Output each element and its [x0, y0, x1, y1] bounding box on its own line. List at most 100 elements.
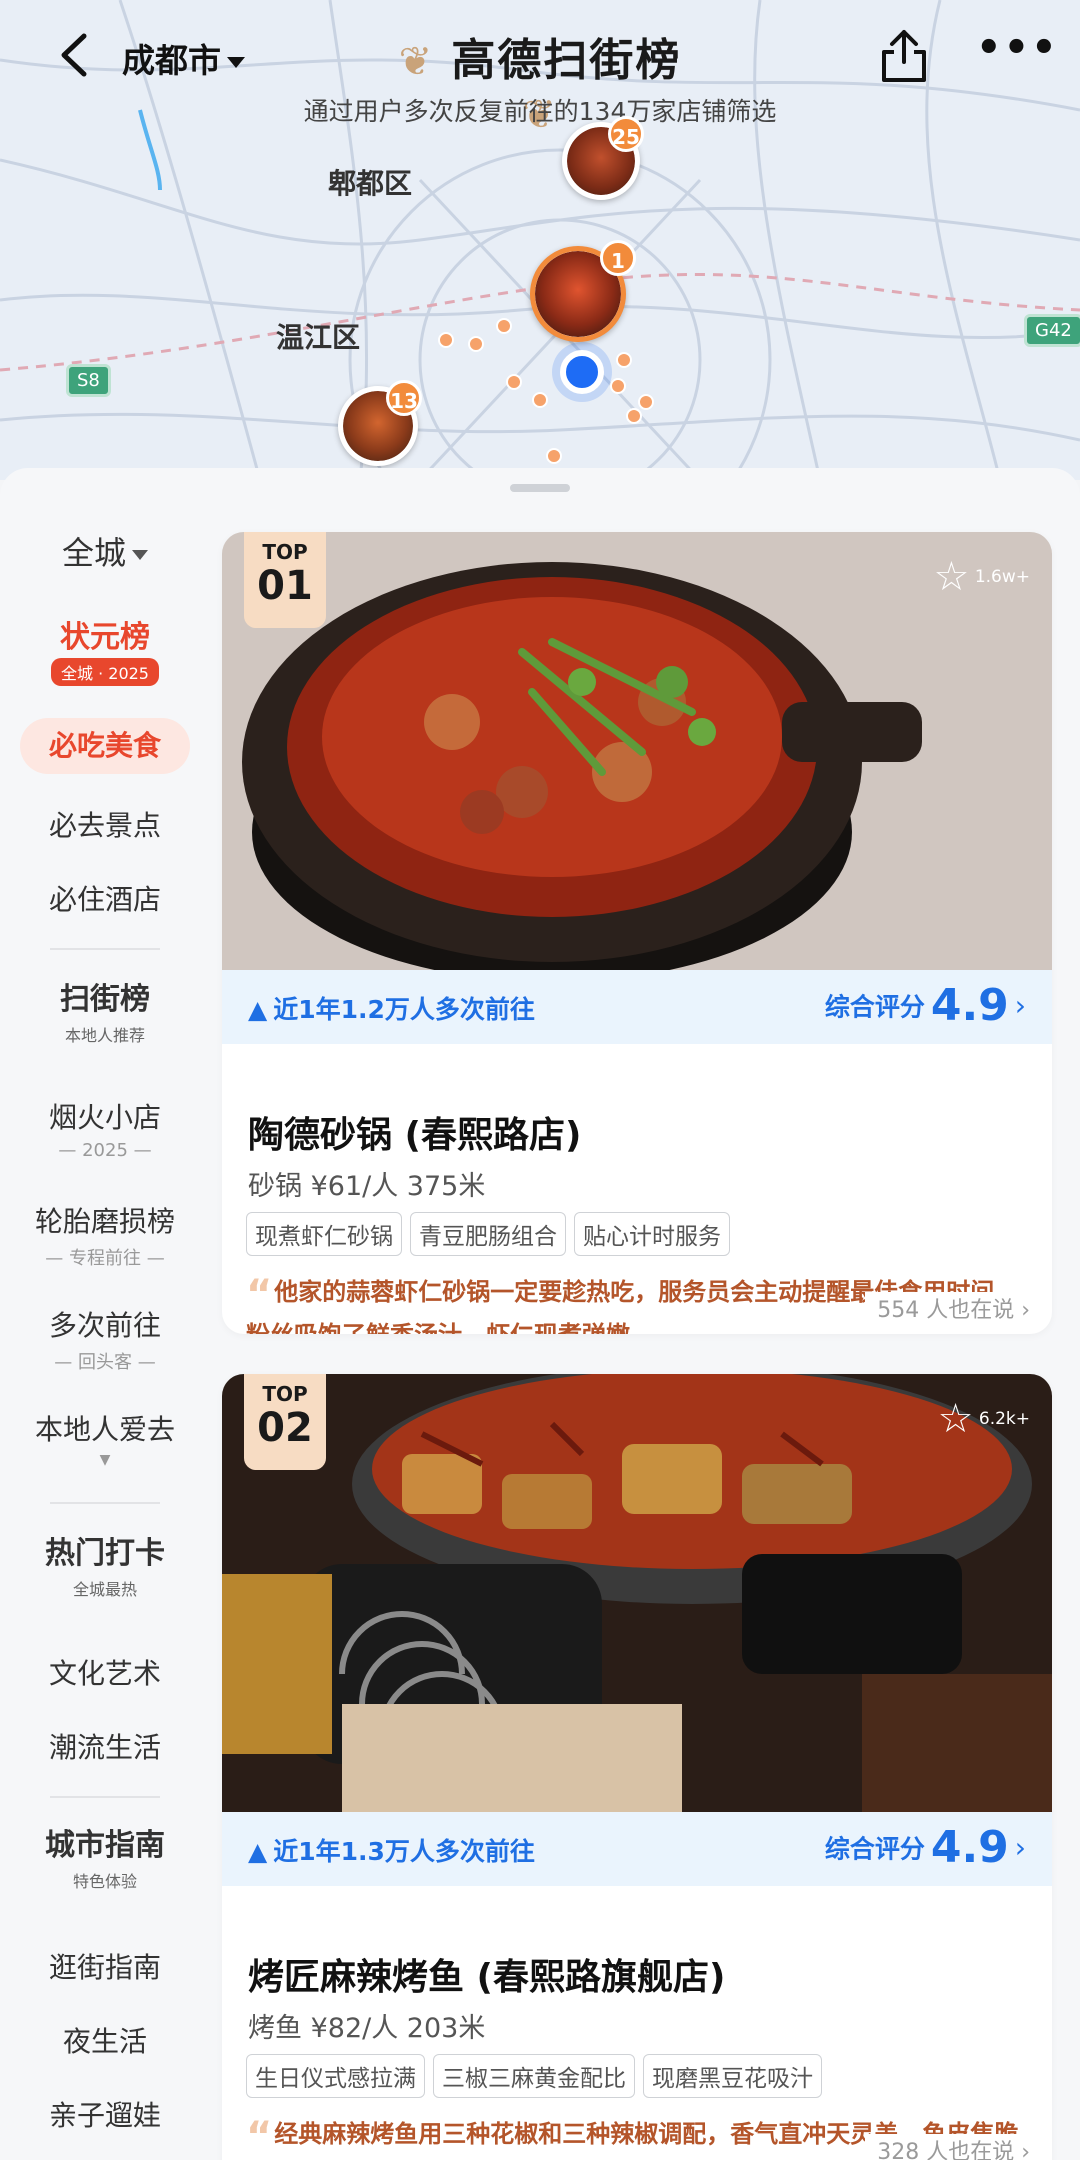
sidebar-item[interactable]: 本地人爱去 ▼ — [0, 1408, 210, 1468]
sidebar-item-sub: — 专程前往 — — [45, 1248, 165, 1269]
expand-icon: ▼ — [99, 1452, 111, 1468]
section-title[interactable]: 热门打卡 全城最热 — [0, 1528, 210, 1602]
tag[interactable]: 三椒三麻黄金配比 — [433, 2054, 635, 2098]
section-title[interactable]: 扫街榜 本地人推荐 — [0, 974, 210, 1048]
map-dot[interactable] — [532, 392, 548, 408]
map-dot[interactable] — [616, 352, 632, 368]
favorite-button[interactable]: ☆ 6.2k+ — [938, 1396, 1030, 1442]
map-area[interactable]: 成都市 ❦ 高德扫街榜 ❦ ••• 通过用户多次反复前往的134万家店铺筛选 郫… — [0, 0, 1080, 480]
section-badge: 特色体验 — [72, 1872, 137, 1891]
tag[interactable]: 青豆肥肠组合 — [410, 1212, 566, 1256]
quote-icon: “ — [246, 1272, 273, 1318]
section-badge: 全城最热 — [72, 1580, 137, 1599]
district-label: 郫都区 — [328, 167, 413, 200]
sidebar-item-label: 本地人爱去 — [34, 1413, 175, 1446]
divider — [50, 1502, 160, 1504]
section-badge: 全城 · 2025 — [51, 658, 159, 686]
map-dot[interactable] — [438, 332, 454, 348]
sidebar-item-sub: — 2025 — — [58, 1140, 152, 1161]
favorite-button[interactable]: ☆ 1.6w+ — [934, 554, 1030, 600]
tag[interactable]: 贴心计时服务 — [574, 1212, 730, 1256]
chevron-right-icon: › — [1014, 1831, 1026, 1864]
caret-down-icon — [132, 550, 148, 560]
tag-list: 生日仪式感拉满 三椒三麻黄金配比 现磨黑豆花吸汁 — [246, 2054, 830, 2098]
discussion-count[interactable]: 328 人也在说 › — [865, 2134, 1030, 2160]
sidebar-item[interactable]: 夜生活 — [0, 2020, 210, 2060]
map-dot[interactable] — [496, 318, 512, 334]
visits-label: 近1年1.2万人多次前往 — [273, 995, 535, 1024]
sidebar-item[interactable]: 必住酒店 — [0, 878, 210, 918]
star-icon: ☆ — [937, 1396, 974, 1442]
sidebar-item-label: 多次前往 — [48, 1309, 161, 1342]
map-dot[interactable] — [626, 408, 642, 424]
my-location-marker — [560, 350, 604, 394]
city-label: 成都市 — [122, 41, 221, 80]
map-dot[interactable] — [506, 374, 522, 390]
tag[interactable]: 现煮虾仁砂锅 — [246, 1212, 402, 1256]
sidebar-item-label: 烟火小店 — [48, 1101, 161, 1134]
sidebar-item[interactable]: 文化艺术 — [0, 1652, 210, 1692]
visit-score-strip[interactable]: ▲ 近1年1.2万人多次前往 综合评分 4.9 › — [222, 970, 1052, 1044]
restaurant-name[interactable]: 烤匠麻辣烤鱼 (春熙路旗舰店) — [248, 1948, 725, 2000]
sidebar-item[interactable]: 轮胎磨损榜 — 专程前往 — — [0, 1200, 210, 1270]
restaurant-card[interactable]: TOP 01 ☆ 1.6w+ ▲ 近1年1.2万人多次前往 综合评分 4.9 › 陶德… — [222, 532, 1052, 1334]
favorite-count: 1.6w+ — [974, 567, 1030, 587]
divider — [50, 948, 160, 950]
score-label: 综合评分 — [824, 992, 925, 1022]
food-photo[interactable]: TOP 02 ☆ 6.2k+ — [222, 1374, 1052, 1812]
map-dot[interactable] — [638, 394, 654, 410]
visits-info: ▲ 近1年1.2万人多次前往 — [248, 990, 535, 1026]
star-icon: ☆ — [933, 554, 970, 600]
caret-down-icon — [227, 57, 245, 68]
favorite-count: 6.2k+ — [978, 1409, 1030, 1429]
pin-rank-badge: 13 — [386, 380, 422, 416]
sidebar-item[interactable]: 烟火小店 — 2025 — — [0, 1096, 210, 1161]
rank-top-label: TOP — [262, 1382, 308, 1406]
more-icon[interactable]: ••• — [976, 28, 1059, 68]
rank-number: 01 — [257, 563, 313, 609]
divider — [50, 1796, 160, 1798]
quote-icon: “ — [246, 2114, 273, 2160]
map-dot[interactable] — [610, 378, 626, 394]
score-info[interactable]: 综合评分 4.9 › — [825, 1822, 1026, 1873]
section-title-label: 扫街榜 — [60, 982, 150, 1017]
score-info[interactable]: 综合评分 4.9 › — [825, 980, 1026, 1031]
food-photo[interactable]: TOP 01 ☆ 1.6w+ — [222, 532, 1052, 970]
map-dot[interactable] — [546, 448, 562, 464]
road-shield: S8 — [66, 364, 111, 397]
section-title[interactable]: 状元榜 全城 · 2025 — [0, 612, 210, 686]
scope-selector[interactable]: 全城 — [0, 528, 210, 574]
rank-top-label: TOP — [262, 540, 308, 564]
sidebar-item[interactable]: 必去景点 — [0, 804, 210, 844]
laurel-left-icon: ❦ — [398, 39, 435, 85]
visit-score-strip[interactable]: ▲ 近1年1.3万人多次前往 综合评分 4.9 › — [222, 1812, 1052, 1886]
sidebar-item-active[interactable]: 必吃美食 — [20, 718, 190, 774]
chevron-right-icon: › — [1014, 989, 1026, 1022]
restaurant-name[interactable]: 陶德砂锅 (春熙路店) — [248, 1106, 581, 1158]
sidebar-item-sub: — 回头客 — — [54, 1352, 156, 1373]
restaurant-card[interactable]: TOP 02 ☆ 6.2k+ ▲ 近1年1.3万人多次前往 综合评分 4.9 › 烤匠… — [222, 1374, 1052, 2160]
score-value: 4.9 — [930, 980, 1009, 1031]
content-sheet: 全城 状元榜 全城 · 2025 必吃美食 必去景点 必住酒店 扫街榜 本地人推… — [0, 468, 1080, 2160]
city-selector[interactable]: 成都市 — [122, 34, 245, 82]
sidebar-item[interactable]: 逛街指南 — [0, 1946, 210, 1986]
section-title[interactable]: 城市指南 特色体验 — [0, 1820, 210, 1894]
tag[interactable]: 生日仪式感拉满 — [246, 2054, 425, 2098]
scope-label: 全城 — [61, 534, 126, 572]
restaurant-meta: 烤鱼 ¥82/人 203米 — [248, 2013, 486, 2044]
brand-label: 高德扫街榜 — [451, 35, 682, 86]
road-shield: G42 — [1024, 314, 1080, 347]
back-icon[interactable] — [52, 30, 102, 80]
food-photo-image — [222, 1374, 1052, 1812]
sidebar-item[interactable]: 亲子遛娃 — [0, 2094, 210, 2134]
share-icon[interactable] — [878, 28, 930, 84]
sidebar-item[interactable]: 潮流生活 — [0, 1726, 210, 1766]
drag-handle[interactable] — [510, 484, 570, 492]
discussion-count[interactable]: 554 人也在说 › — [865, 1292, 1030, 1324]
tag[interactable]: 现磨黑豆花吸汁 — [643, 2054, 822, 2098]
tag-list: 现煮虾仁砂锅 青豆肥肠组合 贴心计时服务 — [246, 1212, 738, 1256]
map-dot[interactable] — [468, 336, 484, 352]
navigation-arrow-icon: ▲ — [248, 1837, 268, 1866]
food-photo-image — [222, 532, 1052, 970]
sidebar-item[interactable]: 多次前往 — 回头客 — — [0, 1304, 210, 1374]
